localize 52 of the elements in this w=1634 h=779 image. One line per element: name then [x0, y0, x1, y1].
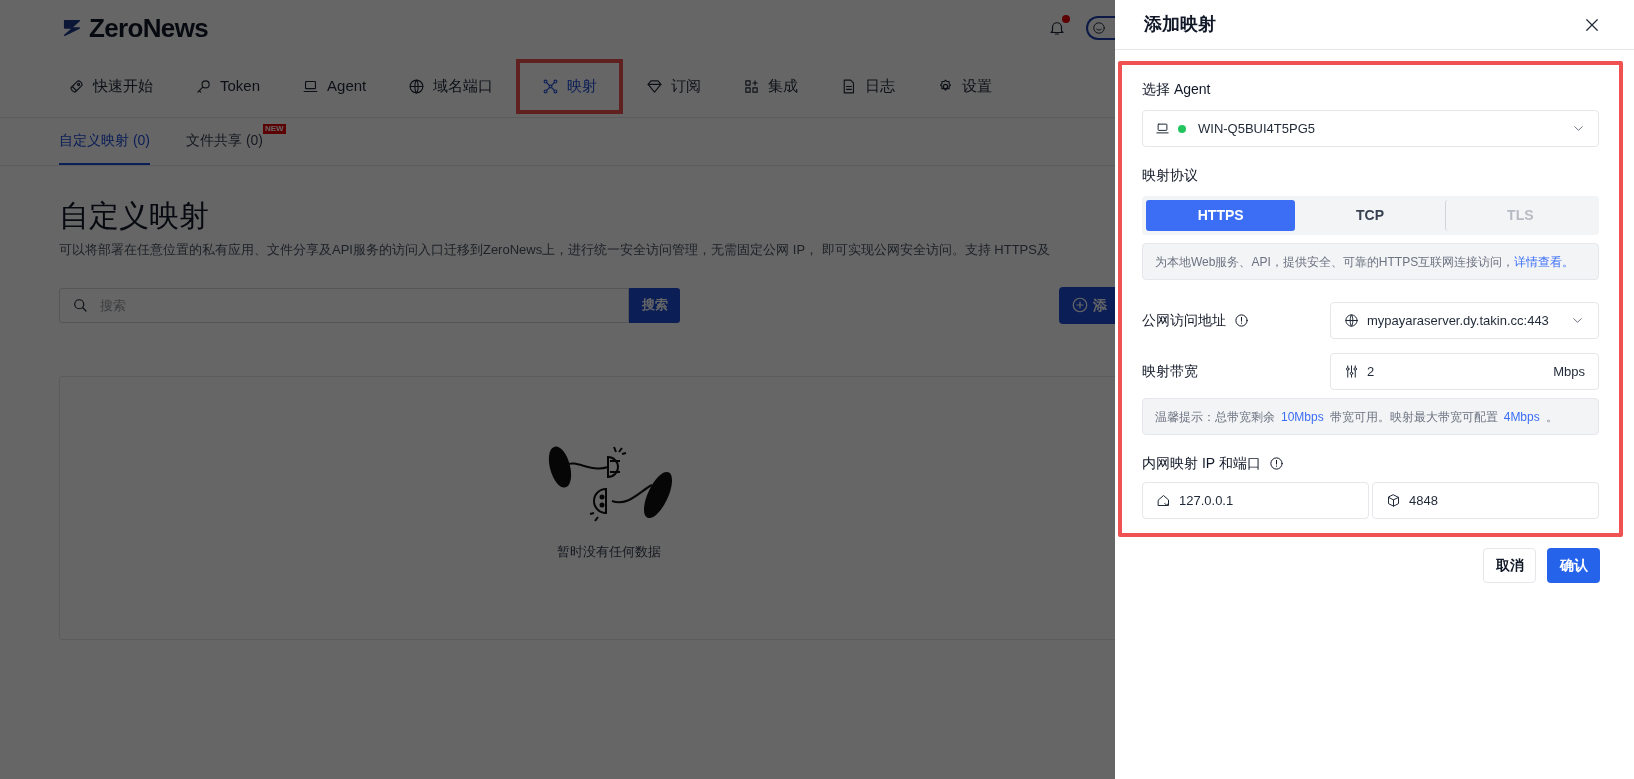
hint-text: 为本地Web服务、API，提供安全、可靠的HTTPS互联网连接访问，详情查看。: [1155, 253, 1575, 271]
home-icon: [1156, 493, 1171, 508]
sliders-icon: [1344, 364, 1359, 379]
search-button[interactable]: 搜索: [629, 287, 680, 323]
drawer-title: 添加映射: [1144, 13, 1216, 36]
key-icon: [195, 78, 212, 95]
nav-tab[interactable]: 域名端口: [396, 67, 506, 106]
nav-tab[interactable]: 映射: [516, 59, 624, 114]
globe-icon: [1344, 313, 1359, 328]
empty-message: 暂时没有任何数据: [557, 542, 661, 561]
diamond-icon: [646, 78, 664, 95]
nav-tab[interactable]: 订阅: [634, 67, 714, 106]
cancel-button[interactable]: 取消: [1483, 548, 1536, 583]
network-icon: [542, 78, 560, 95]
details-link[interactable]: 详情查看。: [1514, 254, 1575, 269]
nav-tab[interactable]: 设置: [925, 67, 1005, 106]
nav-tab[interactable]: Token: [183, 67, 273, 106]
field-label: 映射协议: [1142, 166, 1198, 185]
bandwidth-input[interactable]: 2 Mbps: [1330, 353, 1599, 390]
laptop-icon: [302, 78, 320, 95]
ip-input[interactable]: 127.0.0.1: [1142, 482, 1369, 519]
sub-tab[interactable]: 文件共享 (0): [186, 130, 263, 165]
info-icon: [1268, 456, 1284, 471]
plus-circle-icon: [1071, 296, 1089, 314]
bandwidth-tip: 温馨提示：总带宽剩余 10Mbps 带宽可用。映射最大带宽可配置 4Mbps 。: [1155, 408, 1558, 426]
new-badge: NEW: [263, 124, 286, 134]
page-title: 自定义映射: [59, 198, 209, 234]
nav-tab[interactable]: 日志: [828, 67, 908, 106]
nav-tab[interactable]: 快速开始: [56, 67, 165, 106]
cube-icon: [1386, 493, 1401, 508]
protocol-option[interactable]: TCP: [1295, 200, 1445, 231]
add-button[interactable]: 添: [1059, 286, 1115, 324]
port-input[interactable]: 4848: [1372, 482, 1599, 519]
laptop-icon: [1155, 121, 1170, 136]
field-label: 映射带宽: [1142, 362, 1198, 381]
info-icon: [1234, 313, 1249, 328]
address-select[interactable]: mypayaraserver.dy.takin.cc:443: [1330, 302, 1599, 339]
field-label: 内网映射 IP 和端口: [1142, 454, 1261, 473]
bell-icon: [1048, 19, 1066, 37]
field-label: 选择 Agent: [1142, 80, 1211, 99]
confirm-button[interactable]: 确认: [1547, 548, 1600, 583]
nav-tab[interactable]: Agent: [290, 67, 379, 106]
face-icon: [1092, 21, 1106, 35]
protocol-option[interactable]: HTTPS: [1146, 200, 1296, 231]
globe-icon: [408, 78, 426, 95]
field-label: 公网访问地址: [1142, 311, 1226, 330]
agent-select[interactable]: WIN-Q5BUI4T5PG5: [1142, 110, 1599, 147]
logo-text: ZeroNews: [89, 11, 209, 45]
sub-tab[interactable]: 自定义映射 (0): [59, 130, 150, 165]
grid-plus-icon: [743, 78, 761, 95]
unit-label: Mbps: [1553, 362, 1585, 381]
nav-tab[interactable]: 集成: [731, 67, 811, 106]
